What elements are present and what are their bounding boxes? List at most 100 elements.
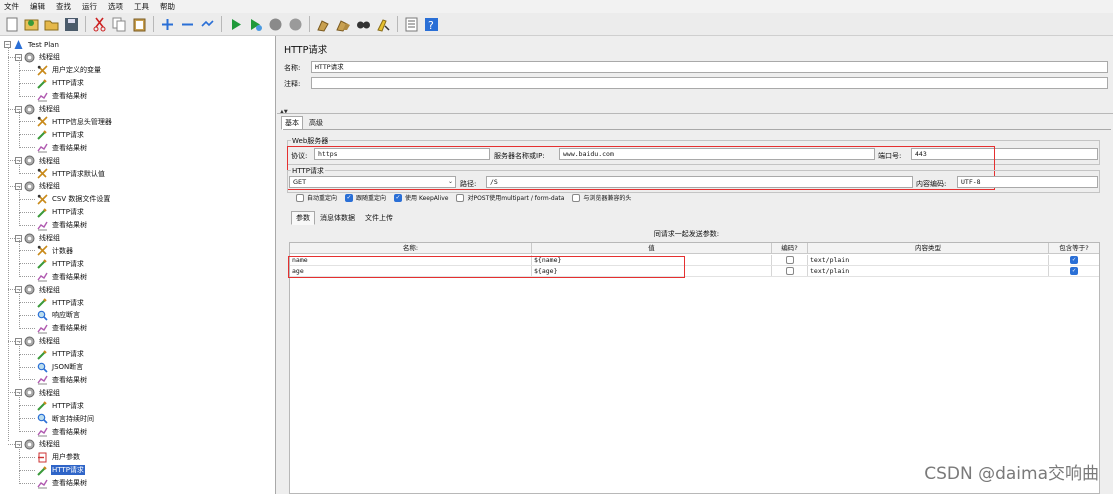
collapse-icon[interactable] [179, 16, 196, 33]
tree-node-thread-group[interactable]: − 线程组 [15, 438, 61, 451]
tree-node-thread-group[interactable]: − 线程组 [15, 180, 61, 193]
column-encode[interactable]: 编码? [772, 243, 808, 254]
checkbox-box[interactable] [296, 193, 304, 202]
tree-node-element[interactable]: 查看结果树 [37, 270, 88, 283]
tree-node-element[interactable]: CSV 数据文件设置 [37, 193, 111, 206]
include-equals-cell[interactable]: ✓ [1049, 266, 1099, 276]
protocol-field[interactable]: https [314, 148, 490, 160]
auto-redirect-checkbox[interactable]: 自动重定向 [296, 193, 337, 202]
open-icon[interactable] [43, 16, 60, 33]
checkbox-box[interactable] [572, 193, 581, 202]
new-icon[interactable] [3, 16, 20, 33]
include-equals-cell[interactable]: ✓ [1049, 255, 1099, 265]
tab-basic[interactable]: 基本 [281, 116, 303, 130]
tree-node-thread-group[interactable]: − 线程组 [15, 51, 61, 64]
param-value-cell[interactable]: ${age} [532, 266, 772, 276]
menu-tools[interactable]: 工具 [134, 1, 149, 12]
tab-file-upload[interactable]: 文件上传 [360, 211, 398, 225]
tree-node-element[interactable]: 查看结果树 [37, 90, 88, 103]
copy-icon[interactable] [111, 16, 128, 33]
tab-parameters[interactable]: 参数 [291, 211, 315, 225]
encode-checkbox[interactable] [785, 256, 794, 264]
encode-checkbox[interactable] [785, 267, 794, 275]
tree-node-element[interactable]: 用户定义的变量 [37, 64, 102, 77]
clear-icon[interactable] [315, 16, 332, 33]
tree-node-element[interactable]: 断言持续时间 [37, 412, 95, 425]
menu-search[interactable]: 查找 [56, 1, 71, 12]
include-equals-checkbox[interactable]: ✓ [1070, 256, 1078, 264]
tree-node-element[interactable]: JSON断言 [37, 361, 84, 374]
expand-icon[interactable] [159, 16, 176, 33]
comment-field[interactable] [311, 77, 1108, 89]
search-icon[interactable] [355, 16, 372, 33]
help-icon[interactable]: ? [423, 16, 440, 33]
tree-node-selected[interactable]: HTTP请求 [37, 464, 85, 477]
shutdown-icon[interactable] [287, 16, 304, 33]
stop-icon[interactable] [267, 16, 284, 33]
content-type-cell[interactable]: text/plain [808, 255, 1049, 265]
menu-edit[interactable]: 编辑 [30, 1, 45, 12]
checkbox-box[interactable]: ✓ [394, 193, 403, 202]
save-icon[interactable] [63, 16, 80, 33]
tree-node-element[interactable]: 用户参数 [37, 451, 81, 464]
tree-node-thread-group[interactable]: − 线程组 [15, 386, 61, 399]
encode-cell[interactable] [772, 255, 808, 265]
encoding-field[interactable]: UTF-8 [957, 176, 1098, 188]
tree-node-element[interactable]: HTTP请求 [37, 77, 85, 90]
tree-node-element[interactable]: 查看结果树 [37, 425, 88, 438]
tree-node-thread-group[interactable]: − 线程组 [15, 154, 61, 167]
paste-icon[interactable] [131, 16, 148, 33]
table-row[interactable]: age ${age} text/plain ✓ [290, 266, 1099, 277]
checkbox-box[interactable]: ✓ [345, 193, 354, 202]
follow-redirect-checkbox[interactable]: ✓ 跟随重定向 [345, 193, 386, 202]
checkbox-box[interactable] [456, 193, 465, 202]
tree-node-element[interactable]: HTTP请求 [37, 257, 85, 270]
param-name-cell[interactable]: name [290, 255, 532, 265]
port-field[interactable]: 443 [911, 148, 1098, 160]
splitter-arrows-icon[interactable]: ▲▼ [280, 109, 288, 115]
start-icon[interactable] [227, 16, 244, 33]
tree-node-element[interactable]: 计数器 [37, 244, 74, 257]
column-include-equals[interactable]: 包含等于? [1049, 243, 1099, 254]
tree-node-test-plan[interactable]: − Test Plan [4, 38, 60, 51]
tree-node-element[interactable]: HTTP请求 [37, 206, 85, 219]
multipart-checkbox[interactable]: 对POST使用multipart / form-data [456, 193, 564, 202]
method-select[interactable]: GET ⌄ [289, 176, 456, 188]
browser-headers-checkbox[interactable]: 与浏览器兼容的头 [572, 193, 631, 202]
column-content-type[interactable]: 内容类型 [808, 243, 1049, 254]
tree-node-element[interactable]: HTTP请求 [37, 296, 85, 309]
tab-advanced[interactable]: 高级 [305, 116, 327, 130]
menu-help[interactable]: 帮助 [160, 1, 175, 12]
menu-options[interactable]: 选项 [108, 1, 123, 12]
clear-all-icon[interactable] [335, 16, 352, 33]
tree-node-element[interactable]: HTTP请求默认值 [37, 167, 106, 180]
tree-node-element[interactable]: 响应断言 [37, 309, 81, 322]
reset-search-icon[interactable] [375, 16, 392, 33]
tree-node-element[interactable]: HTTP请求 [37, 348, 85, 361]
keepalive-checkbox[interactable]: ✓ 使用 KeepAlive [394, 193, 448, 202]
cut-icon[interactable] [91, 16, 108, 33]
include-equals-checkbox[interactable]: ✓ [1070, 267, 1078, 275]
param-name-cell[interactable]: age [290, 266, 532, 276]
tree-node-element[interactable]: HTTP信息头管理器 [37, 115, 113, 128]
path-field[interactable]: /S [486, 176, 913, 188]
tree-node-element[interactable]: 查看结果树 [37, 373, 88, 386]
tree-node-thread-group[interactable]: − 线程组 [15, 283, 61, 296]
tree-node-element[interactable]: 查看结果树 [37, 141, 88, 154]
tree-node-element[interactable]: HTTP请求 [37, 399, 85, 412]
name-field[interactable]: HTTP请求 [311, 61, 1108, 73]
tree-node-thread-group[interactable]: − 线程组 [15, 103, 61, 116]
menu-run[interactable]: 运行 [82, 1, 97, 12]
encode-cell[interactable] [772, 266, 808, 276]
column-value[interactable]: 值 [532, 243, 772, 254]
tree-node-thread-group[interactable]: − 线程组 [15, 335, 61, 348]
table-row[interactable]: name ${name} text/plain ✓ [290, 255, 1099, 266]
param-value-cell[interactable]: ${name} [532, 255, 772, 265]
start-no-pause-icon[interactable] [247, 16, 264, 33]
tab-body-data[interactable]: 消息体数据 [315, 211, 360, 225]
templates-icon[interactable] [23, 16, 40, 33]
menu-file[interactable]: 文件 [4, 1, 19, 12]
column-name[interactable]: 名称: [290, 243, 532, 254]
tree-node-element[interactable]: 查看结果树 [37, 322, 88, 335]
toggle-icon[interactable] [199, 16, 216, 33]
